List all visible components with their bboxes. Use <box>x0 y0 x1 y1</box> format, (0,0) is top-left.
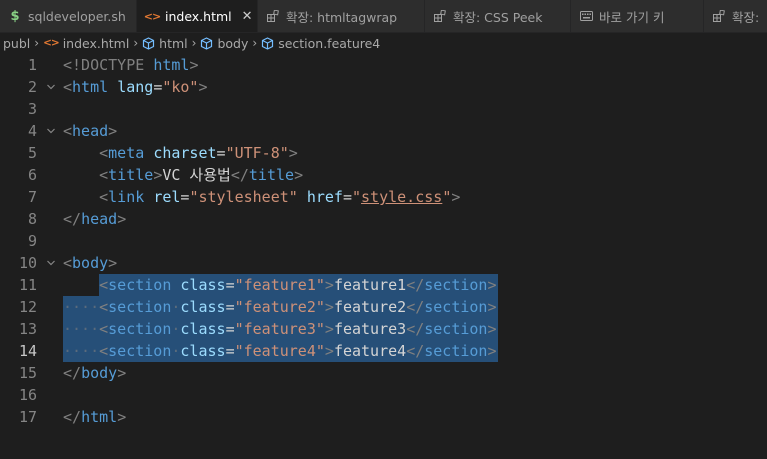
line-number: 5 <box>27 144 37 162</box>
code-line[interactable]: 11 <section class="feature1">feature1</s… <box>0 274 767 296</box>
breadcrumb-item-folder[interactable]: publ <box>3 36 30 51</box>
tab-bar: $ sqldeveloper.sh <> index.html ✕ 확장: ht… <box>0 0 767 33</box>
code-text: <body> <box>63 254 118 272</box>
code-line[interactable]: 12 ····<section·class="feature2">feature2… <box>0 296 767 318</box>
code-text: <html lang="ko"> <box>63 78 208 96</box>
code-line[interactable]: 2 <html lang="ko"> <box>0 76 767 98</box>
code-line[interactable]: 6 <title>VC 사용법</title> <box>0 164 767 186</box>
line-number: 4 <box>27 122 37 140</box>
breadcrumb-label: publ <box>3 35 31 51</box>
code-editor[interactable]: 1 <!DOCTYPE html> 2 <html lang="ko"> 3 4 <head… <box>0 54 767 459</box>
code-text: <meta charset="UTF-8"> <box>99 144 298 162</box>
tab-label: 확장: htmltagwrap <box>286 9 398 25</box>
tab-label: index.html <box>165 8 232 24</box>
extension-icon <box>433 10 447 22</box>
breadcrumb-label: html <box>159 35 188 51</box>
tab-keyboard-shortcuts[interactable]: 바로 가기 키 <box>571 0 704 32</box>
code-line[interactable]: 13 ····<section·class="feature3">feature3… <box>0 318 767 340</box>
code-text: <!DOCTYPE html> <box>63 56 199 74</box>
code-line[interactable]: 1 <!DOCTYPE html> <box>0 54 767 76</box>
code-text: <head> <box>63 122 118 140</box>
html-file-icon: <> <box>143 9 161 23</box>
code-line[interactable]: 16 <box>0 384 767 406</box>
chevron-right-icon: › <box>191 36 197 50</box>
line-number: 10 <box>18 254 37 272</box>
breadcrumb-item-html[interactable]: html <box>142 35 188 51</box>
keyboard-icon <box>579 11 593 21</box>
close-icon[interactable]: ✕ <box>242 9 253 24</box>
line-number: 11 <box>18 276 37 294</box>
dollar-icon: $ <box>10 8 20 24</box>
tab-label: sqldeveloper.sh <box>28 8 126 24</box>
code-line[interactable]: 14 ····<section·class="feature4">feature4… <box>0 340 767 362</box>
chevron-right-icon: › <box>34 36 40 50</box>
line-number: 8 <box>27 210 37 228</box>
breadcrumb-item-section[interactable]: section.feature4 <box>261 36 380 51</box>
line-number: 3 <box>27 100 37 118</box>
extension-icon <box>266 10 280 22</box>
tab-sqldeveloper[interactable]: $ sqldeveloper.sh <box>0 0 137 32</box>
breadcrumb-label: index.html <box>62 35 130 51</box>
line-number: 7 <box>27 188 37 206</box>
code-line[interactable]: 15 </body> <box>0 362 767 384</box>
extension-icon <box>712 10 726 22</box>
breadcrumb: publ › <> index.html › html › body › sec… <box>0 32 767 54</box>
breadcrumb-item-body[interactable]: body <box>200 36 248 51</box>
line-number: 6 <box>27 166 37 184</box>
tab-label: 확장: CSS Peek <box>453 9 543 25</box>
breadcrumb-label: body <box>217 35 249 51</box>
code-line[interactable]: 7 <link rel="stylesheet" href="style.css… <box>0 186 767 208</box>
code-text: <link rel="stylesheet" href="style.css"> <box>99 188 461 206</box>
line-number: 2 <box>27 78 37 96</box>
line-number: 17 <box>18 408 37 426</box>
code-text: </head> <box>63 210 127 228</box>
symbol-element-icon <box>200 36 213 50</box>
tab-extension-more[interactable]: 확장: <box>704 0 767 32</box>
symbol-element-icon <box>142 36 155 50</box>
code-text: ····<section·class="feature4">feature4</… <box>63 342 497 360</box>
code-text: </html> <box>63 408 127 426</box>
tab-index-html[interactable]: <> index.html ✕ <box>137 0 258 32</box>
code-line[interactable]: 4 <head> <box>0 120 767 142</box>
code-line[interactable]: 5 <meta charset="UTF-8"> <box>0 142 767 164</box>
code-line[interactable]: 10 <body> <box>0 252 767 274</box>
chevron-right-icon: › <box>133 36 139 50</box>
line-number: 1 <box>27 56 37 74</box>
line-number: 14 <box>18 342 37 360</box>
line-number: 16 <box>18 386 37 404</box>
breadcrumb-item-file[interactable]: <> index.html <box>43 36 129 51</box>
chevron-right-icon: › <box>252 36 258 50</box>
line-number: 9 <box>27 232 37 250</box>
symbol-element-icon <box>261 36 274 50</box>
code-line[interactable]: 9 <box>0 230 767 252</box>
editor-window: $ sqldeveloper.sh <> index.html ✕ 확장: ht… <box>0 0 767 459</box>
line-number: 13 <box>18 320 37 338</box>
code-text: </body> <box>63 364 127 382</box>
code-text: <section class="feature1">feature1</sect… <box>99 276 497 294</box>
code-line[interactable]: 17 </html> <box>0 406 767 428</box>
code-text: ····<section·class="feature2">feature2</… <box>63 298 497 316</box>
line-number: 12 <box>18 298 37 316</box>
tab-label: 확장: <box>732 9 760 25</box>
breadcrumb-label: section.feature4 <box>278 35 381 51</box>
code-text: ····<section·class="feature3">feature3</… <box>63 320 497 338</box>
html-file-icon: <> <box>43 37 60 49</box>
tab-label: 바로 가기 키 <box>599 9 665 25</box>
code-line[interactable]: 3 <box>0 98 767 120</box>
code-line[interactable]: 8 </head> <box>0 208 767 230</box>
code-text: <title>VC 사용법</title> <box>99 166 304 184</box>
line-number: 15 <box>18 364 37 382</box>
tab-css-peek[interactable]: 확장: CSS Peek <box>425 0 571 32</box>
tab-htmltagwrap[interactable]: 확장: htmltagwrap <box>258 0 425 32</box>
